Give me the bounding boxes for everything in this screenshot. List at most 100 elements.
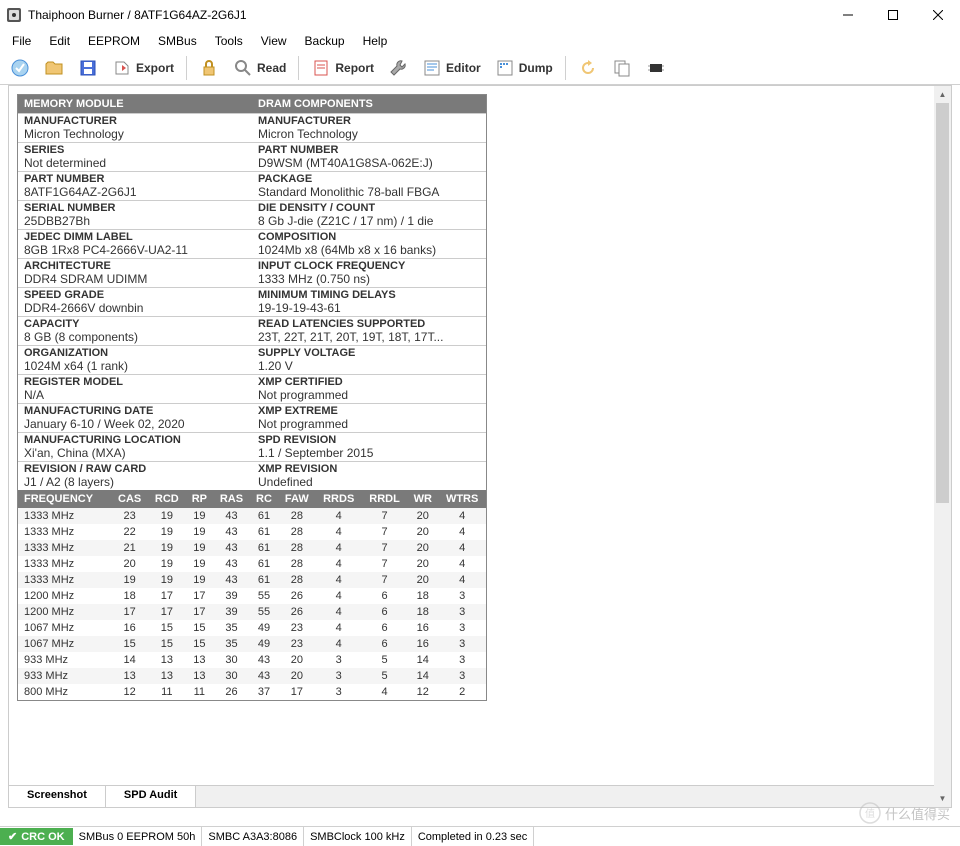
window-title: Thaiphoon Burner / 8ATF1G64AZ-2G6J1 <box>28 8 247 22</box>
menu-edit[interactable]: Edit <box>41 32 78 50</box>
timing-cell: 7 <box>362 508 407 524</box>
timing-cell: 28 <box>278 572 316 588</box>
timing-cell: 49 <box>250 620 278 636</box>
timing-cell: 19 <box>186 524 213 540</box>
timing-cell: 15 <box>186 620 213 636</box>
timing-cell: 17 <box>186 588 213 604</box>
field-value: 19-19-19-43-61 <box>252 301 486 316</box>
tab-spd-audit[interactable]: SPD Audit <box>106 786 196 807</box>
copy-button[interactable] <box>606 55 638 81</box>
menu-tools[interactable]: Tools <box>207 32 251 50</box>
menu-backup[interactable]: Backup <box>297 32 353 50</box>
timing-cell: 19 <box>186 508 213 524</box>
timing-cell: 37 <box>250 684 278 700</box>
timing-row: 1200 MHz18171739552646183 <box>18 588 486 604</box>
maximize-button[interactable] <box>870 0 915 30</box>
menu-file[interactable]: File <box>4 32 39 50</box>
field-label: XMP CERTIFIED <box>252 375 486 388</box>
scroll-up-icon[interactable]: ▲ <box>934 86 951 103</box>
chip-button[interactable] <box>640 55 672 81</box>
info-row: MANUFACTURING LOCATIONXi'an, China (MXA)… <box>18 432 486 461</box>
timing-row: 1333 MHz22191943612847204 <box>18 524 486 540</box>
report-button[interactable]: Report <box>305 55 380 81</box>
timing-cell: 3 <box>316 684 362 700</box>
timing-cell: 28 <box>278 508 316 524</box>
export-icon <box>112 58 132 78</box>
vertical-scrollbar[interactable]: ▲ ▼ <box>934 86 951 807</box>
menu-smbus[interactable]: SMBus <box>150 32 205 50</box>
field-value: Xi'an, China (MXA) <box>18 446 252 461</box>
read-button[interactable]: Read <box>227 55 292 81</box>
save-button[interactable] <box>72 55 104 81</box>
field-label: XMP REVISION <box>252 462 486 475</box>
field-label: INPUT CLOCK FREQUENCY <box>252 259 486 272</box>
timing-cell: 6 <box>362 620 407 636</box>
editor-button[interactable]: Editor <box>416 55 487 81</box>
tab-screenshot[interactable]: Screenshot <box>9 786 106 807</box>
timing-cell: 14 <box>407 668 438 684</box>
field-label: SERIES <box>18 143 252 156</box>
timing-column-header: FAW <box>278 490 316 508</box>
info-row: PART NUMBER8ATF1G64AZ-2G6J1PACKAGEStanda… <box>18 171 486 200</box>
export-button[interactable]: Export <box>106 55 180 81</box>
timing-cell: 19 <box>148 508 186 524</box>
scrollbar-thumb[interactable] <box>936 103 949 503</box>
content-area: MEMORY MODULE DRAM COMPONENTS MANUFACTUR… <box>8 85 952 808</box>
timing-cell: 43 <box>213 556 250 572</box>
timing-cell: 4 <box>316 524 362 540</box>
timing-column-header: RP <box>186 490 213 508</box>
timing-row: 933 MHz14131330432035143 <box>18 652 486 668</box>
menu-eeprom[interactable]: EEPROM <box>80 32 148 50</box>
timing-cell: 14 <box>111 652 148 668</box>
field-label: CAPACITY <box>18 317 252 330</box>
field-label: MANUFACTURER <box>18 114 252 127</box>
new-button[interactable] <box>4 55 36 81</box>
timing-column-header: RAS <box>213 490 250 508</box>
timing-cell: 1200 MHz <box>18 604 111 620</box>
memory-module-header: MEMORY MODULE <box>18 95 252 113</box>
dump-button[interactable]: Dump <box>489 55 559 81</box>
timing-cell: 4 <box>316 636 362 652</box>
tools-button[interactable] <box>382 55 414 81</box>
menu-help[interactable]: Help <box>355 32 396 50</box>
field-value: 1024Mb x8 (64Mb x8 x 16 banks) <box>252 243 486 258</box>
dump-label: Dump <box>519 61 553 75</box>
field-value: 8 GB (8 components) <box>18 330 252 345</box>
bottom-tabs: Screenshot SPD Audit <box>9 785 934 807</box>
titlebar: Thaiphoon Burner / 8ATF1G64AZ-2G6J1 <box>0 0 960 30</box>
menu-view[interactable]: View <box>253 32 295 50</box>
timing-cell: 16 <box>111 620 148 636</box>
timing-cell: 17 <box>148 604 186 620</box>
timing-cell: 6 <box>362 636 407 652</box>
open-button[interactable] <box>38 55 70 81</box>
timing-cell: 55 <box>250 588 278 604</box>
field-value: 1.20 V <box>252 359 486 374</box>
timing-cell: 11 <box>148 684 186 700</box>
field-value: 1333 MHz (0.750 ns) <box>252 272 486 287</box>
minimize-button[interactable] <box>825 0 870 30</box>
lock-button[interactable] <box>193 55 225 81</box>
refresh-button[interactable] <box>572 55 604 81</box>
timing-row: 1067 MHz16151535492346163 <box>18 620 486 636</box>
read-icon <box>233 58 253 78</box>
save-icon <box>78 58 98 78</box>
timing-cell: 2 <box>438 684 486 700</box>
timing-cell: 13 <box>111 668 148 684</box>
field-label: JEDEC DIMM LABEL <box>18 230 252 243</box>
timing-cell: 4 <box>316 508 362 524</box>
timing-cell: 17 <box>148 588 186 604</box>
timing-cell: 6 <box>362 588 407 604</box>
field-value: 8 Gb J-die (Z21C / 17 nm) / 1 die <box>252 214 486 229</box>
field-label: COMPOSITION <box>252 230 486 243</box>
field-label: REGISTER MODEL <box>18 375 252 388</box>
separator <box>186 56 187 80</box>
wrench-icon <box>388 58 408 78</box>
timing-cell: 49 <box>250 636 278 652</box>
report-icon <box>311 58 331 78</box>
status-smbclock: SMBClock 100 kHz <box>304 827 412 846</box>
timing-cell: 43 <box>213 508 250 524</box>
timing-cell: 17 <box>186 604 213 620</box>
close-button[interactable] <box>915 0 960 30</box>
timing-cell: 43 <box>250 668 278 684</box>
dump-icon <box>495 58 515 78</box>
